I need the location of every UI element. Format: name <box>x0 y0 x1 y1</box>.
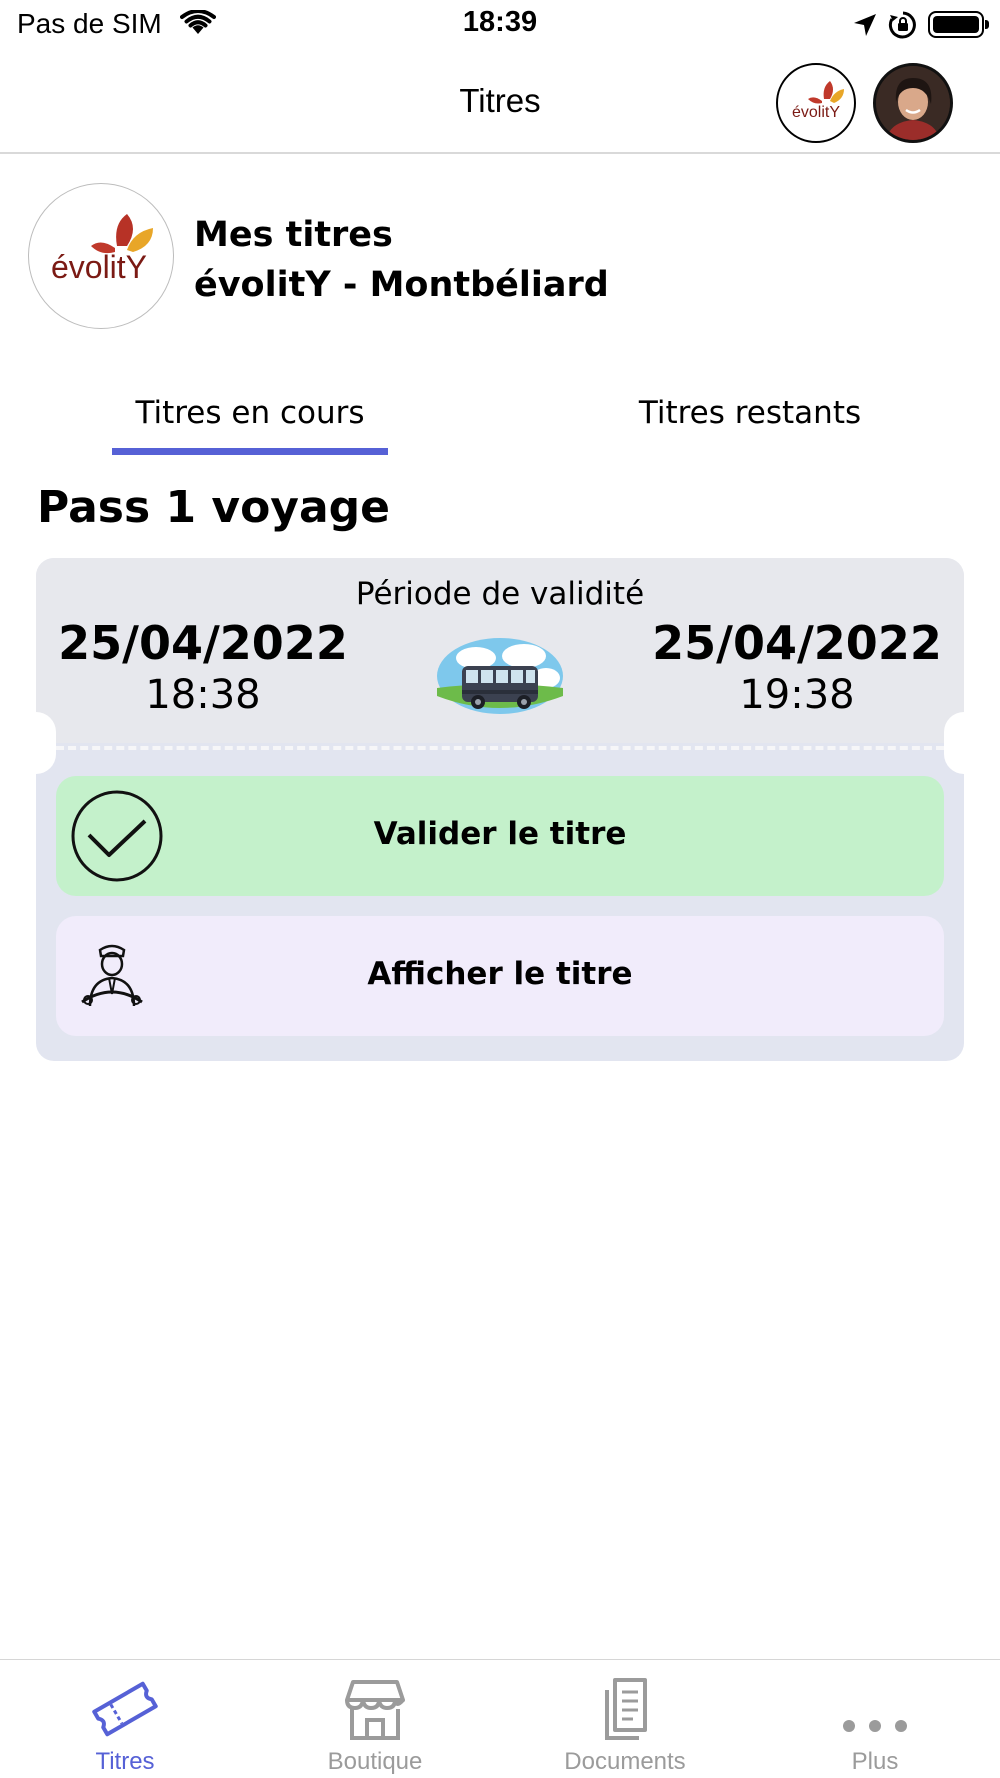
user-avatar-icon <box>876 66 950 140</box>
location-arrow-icon <box>854 14 876 36</box>
evolity-logo-icon: évolitY <box>792 81 844 121</box>
start-date: 25/04/2022 <box>58 616 348 670</box>
ticket-header: Période de validité 25/04/2022 18:38 25/… <box>36 558 964 743</box>
network-title-line2: évolitY - Montbéliard <box>194 265 609 305</box>
rotation-lock-icon <box>888 11 916 39</box>
validate-ticket-label: Valider le titre <box>373 816 627 852</box>
more-icon <box>843 1720 907 1732</box>
tabbar-item-titres[interactable]: Titres <box>0 1660 250 1778</box>
ticket-perforation <box>56 746 944 750</box>
tabbar-item-boutique[interactable]: Boutique <box>250 1660 500 1778</box>
status-bar: Pas de SIM 18:39 <box>0 0 1000 52</box>
tab-titres-en-cours[interactable]: Titres en cours <box>112 395 388 455</box>
avatar[interactable] <box>873 63 953 143</box>
network-logo: évolitY <box>28 183 174 329</box>
ticket-icon <box>92 1681 158 1737</box>
ticket-notch-right <box>944 712 964 774</box>
bottom-tab-bar: Titres Boutique Documents Plus <box>0 1659 1000 1778</box>
shop-icon <box>345 1680 405 1740</box>
show-ticket-label: Afficher le titre <box>367 956 633 992</box>
tabbar-label-plus: Plus <box>851 1748 899 1775</box>
svg-text:évolitY: évolitY <box>792 104 840 121</box>
tabbar-label-boutique: Boutique <box>327 1748 423 1775</box>
evolity-logo-icon: évolitY <box>51 214 153 285</box>
validity-label: Période de validité <box>355 576 645 612</box>
tabbar-label-titres: Titres <box>95 1748 155 1775</box>
network-switch-button[interactable]: évolitY <box>776 63 856 143</box>
tabbar-label-documents: Documents <box>564 1748 686 1775</box>
documents-icon <box>605 1678 647 1740</box>
tabbar-item-plus[interactable]: Plus <box>750 1660 1000 1778</box>
show-ticket-button[interactable]: Afficher le titre <box>56 916 944 1036</box>
network-title: Mes titres évolitY - Montbéliard <box>194 210 609 310</box>
tabbar-item-documents[interactable]: Documents <box>500 1660 750 1778</box>
status-time: 18:39 <box>462 6 538 38</box>
validate-ticket-button[interactable]: Valider le titre <box>56 776 944 896</box>
pass-title: Pass 1 voyage <box>37 482 391 533</box>
network-title-line1: Mes titres <box>194 215 393 255</box>
ticket-card: Période de validité 25/04/2022 18:38 25/… <box>36 558 964 1061</box>
bus-icon <box>437 638 563 714</box>
battery-icon <box>928 11 989 38</box>
svg-text:évolitY: évolitY <box>51 249 147 285</box>
tab-titres-restants[interactable]: Titres restants <box>620 395 880 455</box>
navigation-bar: Titres évolitY <box>0 52 1000 154</box>
ticket-notch-left <box>36 712 56 774</box>
end-time: 19:38 <box>739 672 855 718</box>
start-time: 18:38 <box>145 672 261 718</box>
end-date: 25/04/2022 <box>652 616 942 670</box>
